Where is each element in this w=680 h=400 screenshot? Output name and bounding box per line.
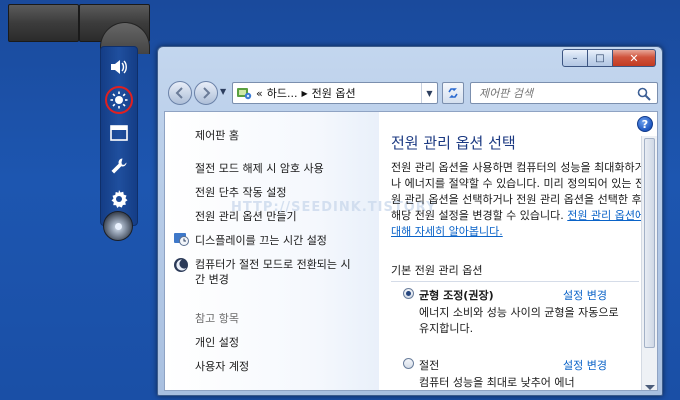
plan-balanced-desc: 에너지 소비와 성능 사이의 균형을 자동으로 유지합니다. [419,306,619,335]
address-dropdown[interactable]: ▼ [421,83,437,103]
left-task-pane: 제어판 홈 절전 모드 해제 시 암호 사용 전원 단추 작동 설정 전원 관리… [165,112,379,390]
clock-icon [174,233,189,246]
personalization-link[interactable]: 개인 설정 [195,334,239,350]
wrench-icon[interactable] [106,152,132,180]
plan-power-saver-desc: 컴퓨터 성능을 최대로 낮추어 에너 [419,376,575,389]
disc-icon[interactable] [103,211,133,241]
breadcrumb-power-options[interactable]: 전원 옵션 [312,85,356,101]
user-accounts-link[interactable]: 사용자 계정 [195,358,249,374]
plan-power-saver-name[interactable]: 절전 [419,357,439,373]
search-input[interactable] [479,86,629,100]
search-icon[interactable] [637,87,651,101]
close-button[interactable]: ✕ [613,49,656,67]
require-password-link[interactable]: 절전 모드 해제 시 암호 사용 [195,160,324,176]
vertical-scrollbar[interactable] [641,136,657,390]
forward-button[interactable] [194,81,218,105]
page-title: 전원 관리 옵션 선택 [391,134,516,152]
sleep-time-link[interactable]: 컴퓨터가 절전 모드로 전환되는 시간 변경 [195,257,355,287]
display-off-time-link[interactable]: 디스플레이를 끄는 시간 설정 [195,232,327,248]
back-button[interactable] [168,81,192,105]
plan-balanced-change-link[interactable]: 설정 변경 [563,287,607,303]
gear-icon[interactable] [106,185,132,213]
plan-balanced-name[interactable]: 균형 조정(권장) [419,287,494,303]
power-button-action-link[interactable]: 전원 단추 작동 설정 [195,184,286,200]
plan-power-saver-radio[interactable] [403,358,414,369]
address-bar[interactable]: « 하드... ▶ 전원 옵션 ▼ [232,82,438,104]
refresh-button[interactable] [442,82,464,104]
scrollbar-thumb[interactable] [644,138,655,348]
caption-buttons: – □ ✕ [562,49,656,67]
control-panel-icon [237,88,252,100]
maximize-button[interactable]: □ [588,49,613,67]
preferred-plans-heading: 기본 전원 관리 옵션 [391,262,639,282]
dock-bar [100,46,138,226]
address-prefix: « [256,86,263,100]
refresh-icon [448,88,458,98]
content-area: 제어판 홈 절전 모드 해제 시 암호 사용 전원 단추 작동 설정 전원 관리… [164,111,658,391]
window-icon[interactable] [106,119,132,147]
control-panel-home-link[interactable]: 제어판 홈 [195,127,239,143]
see-also-heading: 참고 항목 [195,312,239,325]
arrow-left-icon [175,87,183,99]
search-box [470,82,658,104]
breadcrumb-separator[interactable]: ▶ [301,89,307,98]
plan-power-saver-change-link[interactable]: 설정 변경 [563,357,607,373]
recent-pages-dropdown[interactable]: ▼ [220,87,226,96]
breadcrumb-hardware[interactable]: 하드... [267,85,298,101]
main-pane: 전원 관리 옵션 선택 전원 관리 옵션을 사용하면 컴퓨터의 성능을 최대화하… [387,112,645,390]
dock-top-button-left[interactable] [8,4,79,42]
minimize-button[interactable]: – [562,49,588,67]
moon-icon [174,258,188,272]
page-description: 전원 관리 옵션을 사용하면 컴퓨터의 성능을 최대화하거나 에너지를 절약할 … [391,160,649,240]
brightness-icon[interactable] [105,86,133,114]
arrow-right-icon [203,87,211,99]
navigation-bar: ▼ « 하드... ▶ 전원 옵션 ▼ [164,77,658,109]
help-icon[interactable]: ? [637,116,653,132]
plan-balanced-radio[interactable] [403,288,414,299]
power-options-window: – □ ✕ ▼ « 하드... ▶ 전원 옵션 ▼ 제어판 검색 제어판 홈 절… [157,46,663,396]
scroll-down-arrow[interactable] [645,385,655,390]
speaker-icon[interactable] [106,53,132,81]
